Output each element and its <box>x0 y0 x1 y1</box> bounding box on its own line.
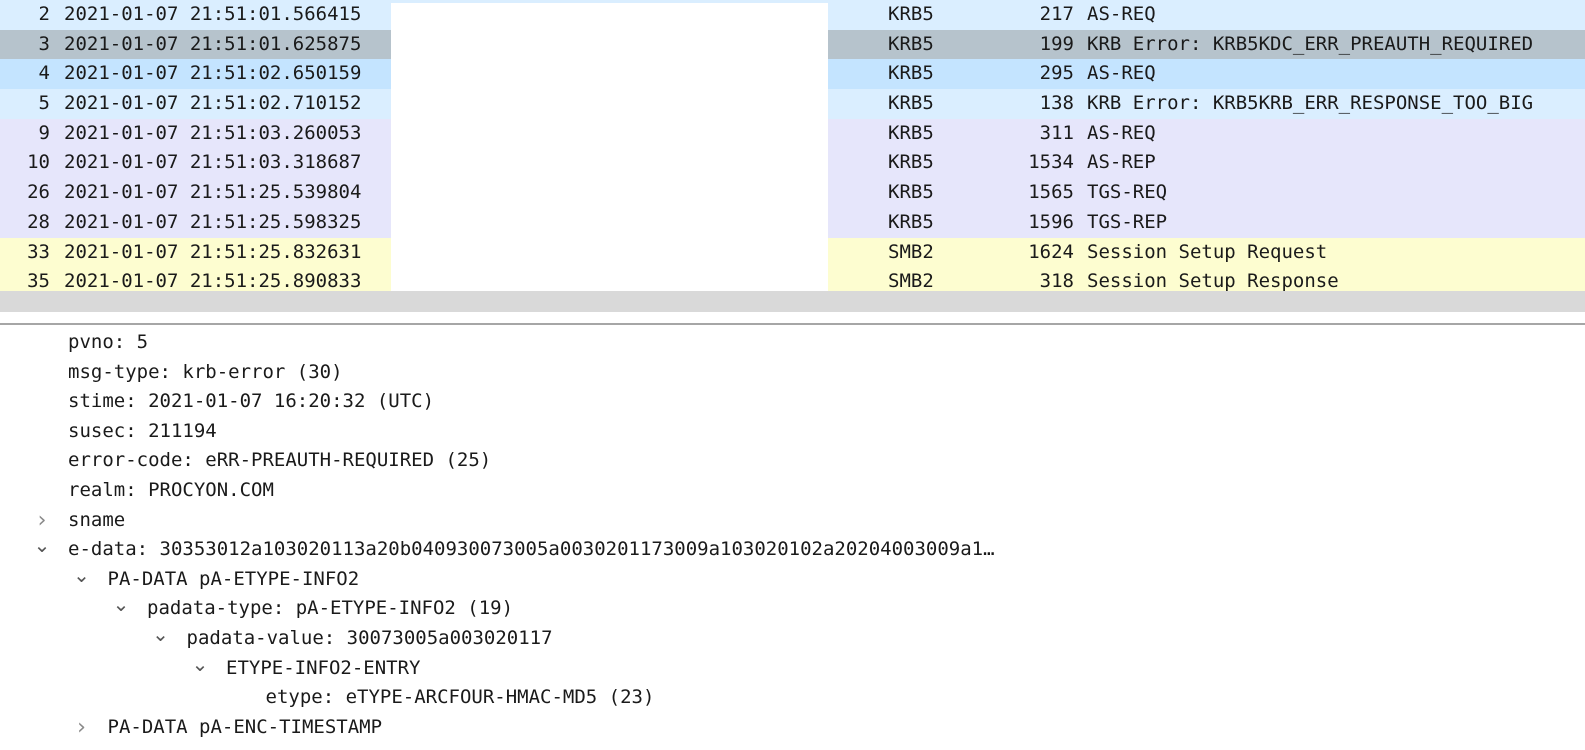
tree-node-label: e-data: 30353012a103020113a20b0409300730… <box>68 538 995 561</box>
packet-length: 1624 <box>1028 240 1074 263</box>
packet-length: 217 <box>1039 3 1074 25</box>
packet-details-tree[interactable]: pvno: 5 msg-type: krb-error (30) stime: 20… <box>0 328 1585 750</box>
tree-node-label: PA-DATA pA-ETYPE-INFO2 <box>107 567 360 590</box>
packet-time: 2021-01-07 21:51:25.832631 <box>64 240 362 263</box>
packet-list[interactable]: 2 2021-01-07 21:51:01.566415 KRB5 217 AS-REQ… <box>0 0 1585 291</box>
tree-node-label: msg-type: krb-error (30) <box>68 360 343 383</box>
packet-length: 1596 <box>1028 210 1074 233</box>
packet-info: TGS-REQ <box>1087 181 1168 204</box>
packet-protocol: KRB5 <box>888 181 934 204</box>
tree-node[interactable]: realm: PROCYON.COM <box>0 476 1585 506</box>
packet-length: 311 <box>1039 121 1074 144</box>
packet-time: 2021-01-07 21:51:03.260053 <box>64 121 362 144</box>
redacted-area <box>391 3 828 291</box>
tree-node[interactable]: susec: 211194 <box>0 417 1585 447</box>
packet-time: 2021-01-07 21:51:01.566415 <box>64 3 362 25</box>
tree-node[interactable]: ⌄ ETYPE-INFO2-ENTRY <box>0 654 1585 684</box>
packet-time: 2021-01-07 21:51:02.650159 <box>64 62 362 85</box>
tree-node-label: stime: 2021-01-07 16:20:32 (UTC) <box>68 390 435 413</box>
packet-time: 2021-01-07 21:51:25.890833 <box>64 270 362 291</box>
packet-number: 35 <box>27 270 50 291</box>
packet-protocol: KRB5 <box>888 3 934 25</box>
packet-time: 2021-01-07 21:51:25.539804 <box>64 181 362 204</box>
chevron-down-icon[interactable]: ⌄ <box>73 565 91 585</box>
packet-protocol: KRB5 <box>888 151 934 174</box>
tree-node-label: padata-value: 30073005a003020117 <box>186 626 553 649</box>
packet-time: 2021-01-07 21:51:03.318687 <box>64 151 362 174</box>
packet-length: 1565 <box>1028 181 1074 204</box>
packet-protocol: KRB5 <box>888 210 934 233</box>
chevron-right-icon[interactable]: › <box>33 506 51 536</box>
tree-node[interactable]: ⌄ PA-DATA pA-ETYPE-INFO2 <box>0 565 1585 595</box>
chevron-down-icon[interactable]: ⌄ <box>112 594 130 614</box>
chevron-down-icon[interactable]: ⌄ <box>33 535 51 555</box>
packet-number: 26 <box>27 181 50 204</box>
divider <box>0 323 1585 325</box>
chevron-down-icon[interactable]: ⌄ <box>152 624 170 644</box>
packet-number: 10 <box>27 151 50 174</box>
packet-info: TGS-REP <box>1087 210 1168 233</box>
packet-info: Session Setup Response <box>1087 270 1339 291</box>
packet-number: 2 <box>38 3 50 25</box>
packet-info: AS-REQ <box>1087 121 1156 144</box>
packet-info: AS-REP <box>1087 151 1156 174</box>
chevron-right-icon[interactable]: › <box>73 713 91 743</box>
tree-node[interactable]: etype: eTYPE-ARCFOUR-HMAC-MD5 (23) <box>0 683 1585 713</box>
packet-number: 3 <box>38 32 50 55</box>
tree-node[interactable]: stime: 2021-01-07 16:20:32 (UTC) <box>0 387 1585 417</box>
tree-node[interactable]: pvno: 5 <box>0 328 1585 358</box>
tree-node-label: error-code: eRR-PREAUTH-REQUIRED (25) <box>68 449 492 472</box>
packet-number: 33 <box>27 240 50 263</box>
tree-node[interactable]: error-code: eRR-PREAUTH-REQUIRED (25) <box>0 446 1585 476</box>
packet-length: 318 <box>1039 270 1074 291</box>
packet-protocol: KRB5 <box>888 92 934 115</box>
tree-node-label: realm: PROCYON.COM <box>68 478 274 501</box>
packet-info: Session Setup Request <box>1087 240 1328 263</box>
tree-node-label: sname <box>68 508 126 531</box>
tree-node-label: etype: eTYPE-ARCFOUR-HMAC-MD5 (23) <box>265 686 655 709</box>
tree-node[interactable]: ⌄ e-data: 30353012a103020113a20b040930073… <box>0 535 1585 565</box>
tree-node-label: pvno: 5 <box>68 331 149 353</box>
tree-node-label: PA-DATA pA-ENC-TIMESTAMP <box>107 715 383 738</box>
packet-protocol: KRB5 <box>888 62 934 85</box>
tree-node[interactable]: ⌄ padata-value: 30073005a003020117 <box>0 624 1585 654</box>
tree-node-label: padata-type: pA-ETYPE-INFO2 (19) <box>147 597 514 620</box>
packet-protocol: KRB5 <box>888 121 934 144</box>
chevron-down-icon[interactable]: ⌄ <box>191 654 209 674</box>
packet-info: KRB Error: KRB5KRB_ERR_RESPONSE_TOO_BIG <box>1087 92 1534 115</box>
packet-time: 2021-01-07 21:51:02.710152 <box>64 92 362 115</box>
tree-node-label: ETYPE-INFO2-ENTRY <box>226 656 421 679</box>
tree-node[interactable]: › sname <box>0 506 1585 536</box>
packet-number: 4 <box>38 62 50 85</box>
packet-number: 9 <box>38 121 50 144</box>
packet-protocol: SMB2 <box>888 270 934 291</box>
packet-length: 1534 <box>1028 151 1074 174</box>
packet-length: 199 <box>1039 32 1074 55</box>
packet-info: AS-REQ <box>1087 3 1156 25</box>
tree-node[interactable]: ⌄ padata-type: pA-ETYPE-INFO2 (19) <box>0 594 1585 624</box>
packet-number: 28 <box>27 210 50 233</box>
packet-time: 2021-01-07 21:51:25.598325 <box>64 210 362 233</box>
tree-node[interactable]: msg-type: krb-error (30) <box>0 358 1585 388</box>
packet-length: 295 <box>1039 62 1074 85</box>
packet-protocol: KRB5 <box>888 32 934 55</box>
tree-node[interactable]: › PA-DATA pA-ENC-TIMESTAMP <box>0 713 1585 743</box>
pane-splitter[interactable] <box>0 291 1585 312</box>
tree-node-label: susec: 211194 <box>68 419 217 442</box>
packet-protocol: SMB2 <box>888 240 934 263</box>
packet-info: KRB Error: KRB5KDC_ERR_PREAUTH_REQUIRED <box>1087 32 1534 55</box>
packet-length: 138 <box>1039 92 1074 115</box>
packet-info: AS-REQ <box>1087 62 1156 85</box>
packet-time: 2021-01-07 21:51:01.625875 <box>64 32 362 55</box>
packet-number: 5 <box>38 92 50 115</box>
